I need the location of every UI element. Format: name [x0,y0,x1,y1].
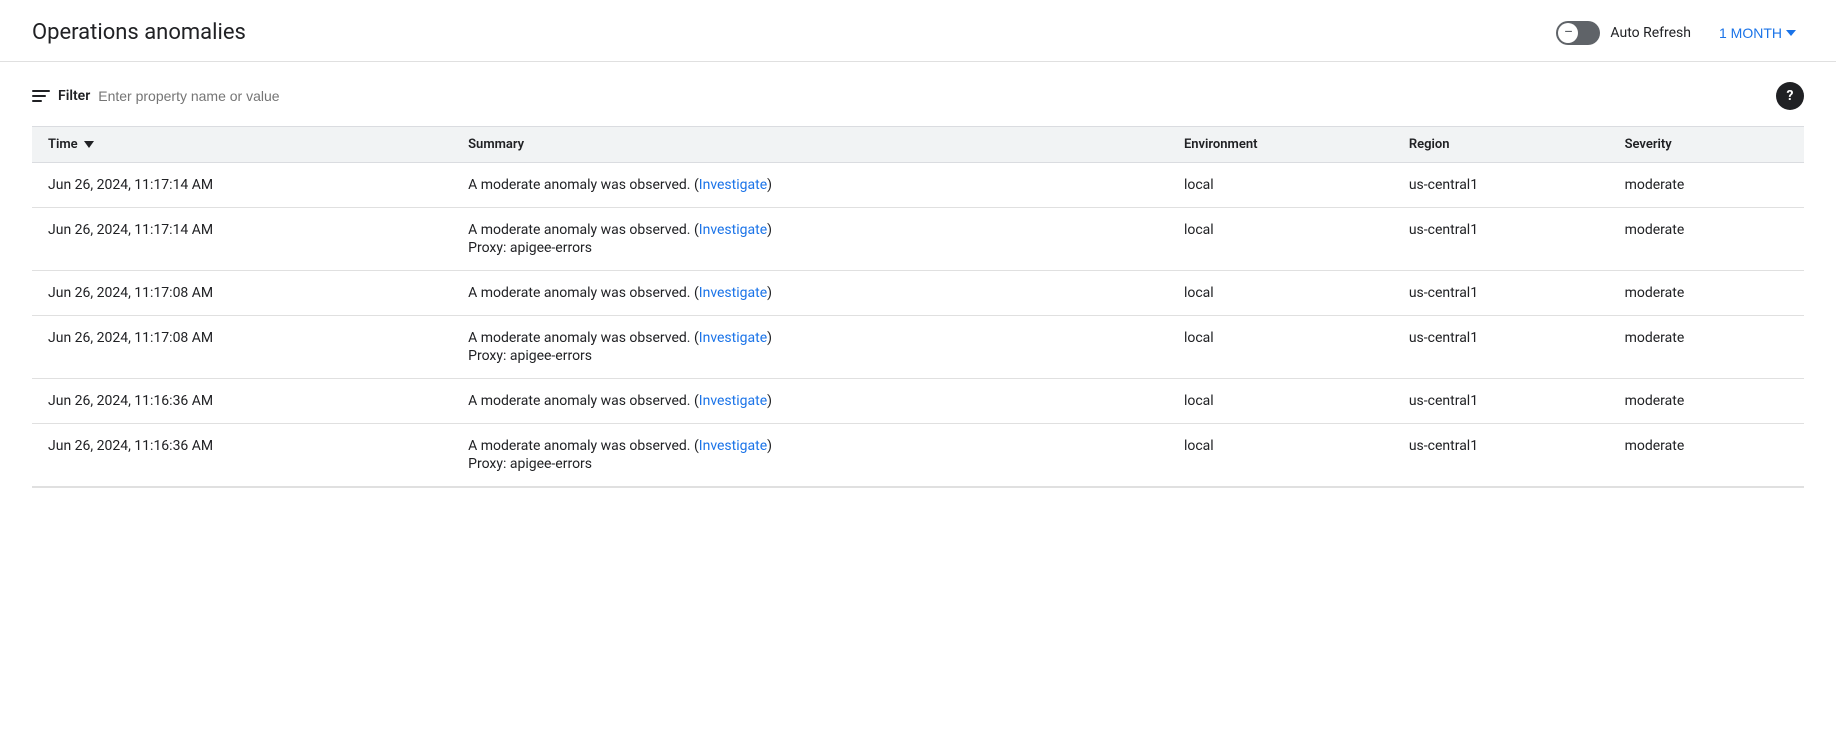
cell-environment: local [1168,424,1393,487]
investigate-link[interactable]: Investigate [699,393,767,409]
summary-text: A moderate anomaly was observed. [468,393,694,409]
cell-environment: local [1168,271,1393,316]
filter-lines [32,90,50,102]
cell-summary: A moderate anomaly was observed. (Invest… [452,163,1168,208]
anomalies-table-container: Time Summary Environment Region Severity [32,126,1804,487]
summary-text: A moderate anomaly was observed. [468,285,694,301]
cell-region: us-central1 [1393,208,1609,271]
proxy-text: Proxy: apigee-errors [468,348,1152,364]
proxy-text: Proxy: apigee-errors [468,240,1152,256]
filter-left: Filter [32,88,398,104]
cell-region: us-central1 [1393,271,1609,316]
col-severity: Severity [1609,127,1804,163]
cell-summary: A moderate anomaly was observed. (Invest… [452,271,1168,316]
cell-severity: moderate [1609,208,1804,271]
investigate-link[interactable]: Investigate [699,177,767,193]
page-header: Operations anomalies Auto Refresh 1 MONT… [0,0,1836,62]
help-label: ? [1787,88,1794,104]
cell-severity: moderate [1609,163,1804,208]
table-row: Jun 26, 2024, 11:17:14 AMA moderate anom… [32,208,1804,271]
cell-region: us-central1 [1393,424,1609,487]
col-region: Region [1393,127,1609,163]
filter-icon[interactable] [32,90,50,102]
cell-summary: A moderate anomaly was observed. (Invest… [452,316,1168,379]
investigate-link[interactable]: Investigate [699,438,767,454]
summary-text: A moderate anomaly was observed. [468,177,694,193]
summary-text: A moderate anomaly was observed. [468,330,694,346]
cell-time: Jun 26, 2024, 11:17:14 AM [32,208,452,271]
cell-environment: local [1168,379,1393,424]
toggle-thumb [1558,23,1578,43]
cell-summary: A moderate anomaly was observed. (Invest… [452,208,1168,271]
filter-label: Filter [58,88,90,104]
cell-region: us-central1 [1393,316,1609,379]
chevron-down-icon [1786,30,1796,36]
filter-line-3 [32,100,42,102]
page-title: Operations anomalies [32,20,246,45]
auto-refresh-wrapper: Auto Refresh [1556,21,1691,45]
cell-environment: local [1168,316,1393,379]
filter-line-2 [32,95,46,97]
cell-severity: moderate [1609,271,1804,316]
cell-summary: A moderate anomaly was observed. (Invest… [452,424,1168,487]
table-row: Jun 26, 2024, 11:17:08 AMA moderate anom… [32,316,1804,379]
cell-environment: local [1168,163,1393,208]
anomalies-table: Time Summary Environment Region Severity [32,126,1804,487]
proxy-text: Proxy: apigee-errors [468,456,1152,472]
bottom-border [32,487,1804,488]
filter-line-1 [32,90,50,92]
investigate-link[interactable]: Investigate [699,330,767,346]
sort-arrow-icon [84,141,94,148]
col-environment: Environment [1168,127,1393,163]
summary-text: A moderate anomaly was observed. [468,222,694,238]
table-header-row: Time Summary Environment Region Severity [32,127,1804,163]
cell-time: Jun 26, 2024, 11:16:36 AM [32,424,452,487]
table-row: Jun 26, 2024, 11:16:36 AMA moderate anom… [32,424,1804,487]
time-range-button[interactable]: 1 MONTH [1711,21,1804,45]
table-row: Jun 26, 2024, 11:16:36 AMA moderate anom… [32,379,1804,424]
filter-section: Filter ? [0,62,1836,110]
investigate-link[interactable]: Investigate [699,285,767,301]
cell-time: Jun 26, 2024, 11:17:08 AM [32,316,452,379]
table-row: Jun 26, 2024, 11:17:14 AMA moderate anom… [32,163,1804,208]
cell-severity: moderate [1609,316,1804,379]
summary-text: A moderate anomaly was observed. [468,438,694,454]
time-range-label: 1 MONTH [1719,25,1782,41]
col-time[interactable]: Time [32,127,452,163]
filter-input[interactable] [98,88,398,104]
cell-time: Jun 26, 2024, 11:17:14 AM [32,163,452,208]
cell-time: Jun 26, 2024, 11:16:36 AM [32,379,452,424]
investigate-link[interactable]: Investigate [699,222,767,238]
cell-region: us-central1 [1393,379,1609,424]
cell-severity: moderate [1609,379,1804,424]
col-summary: Summary [452,127,1168,163]
cell-summary: A moderate anomaly was observed. (Invest… [452,379,1168,424]
table-row: Jun 26, 2024, 11:17:08 AMA moderate anom… [32,271,1804,316]
header-controls: Auto Refresh 1 MONTH [1556,21,1804,45]
cell-time: Jun 26, 2024, 11:17:08 AM [32,271,452,316]
auto-refresh-toggle[interactable] [1556,21,1600,45]
cell-environment: local [1168,208,1393,271]
cell-region: us-central1 [1393,163,1609,208]
auto-refresh-label: Auto Refresh [1610,25,1691,41]
cell-severity: moderate [1609,424,1804,487]
help-icon[interactable]: ? [1776,82,1804,110]
